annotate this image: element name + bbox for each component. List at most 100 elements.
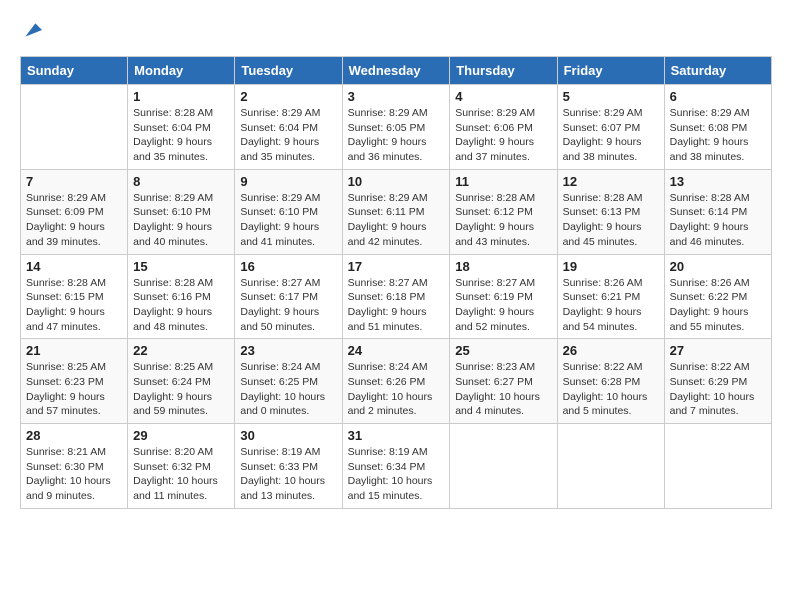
day-detail: Sunrise: 8:27 AMSunset: 6:18 PMDaylight:…	[348, 276, 445, 335]
calendar-cell: 13 Sunrise: 8:28 AMSunset: 6:14 PMDayligh…	[664, 169, 771, 254]
day-number: 27	[670, 343, 766, 358]
day-number: 20	[670, 259, 766, 274]
calendar-cell: 30Sunrise: 8:19 AMSunset: 6:33 PMDayligh…	[235, 424, 342, 509]
day-number: 8	[133, 174, 229, 189]
day-number: 22	[133, 343, 229, 358]
day-number: 21	[26, 343, 122, 358]
calendar-cell: 24 Sunrise: 8:24 AMSunset: 6:26 PMDayligh…	[342, 339, 450, 424]
day-number: 15	[133, 259, 229, 274]
calendar-cell: 4 Sunrise: 8:29 AMSunset: 6:06 PMDaylight…	[450, 85, 557, 170]
calendar-cell: 6 Sunrise: 8:29 AMSunset: 6:08 PMDaylight…	[664, 85, 771, 170]
day-number: 1	[133, 89, 229, 104]
calendar-cell: 1 Sunrise: 8:28 AMSunset: 6:04 PMDaylight…	[128, 85, 235, 170]
calendar-cell: 12 Sunrise: 8:28 AMSunset: 6:13 PMDayligh…	[557, 169, 664, 254]
day-detail: Sunrise: 8:28 AMSunset: 6:04 PMDaylight:…	[133, 106, 229, 165]
day-detail: Sunrise: 8:22 AMSunset: 6:29 PMDaylight:…	[670, 360, 766, 419]
day-detail: Sunrise: 8:20 AMSunset: 6:32 PMDaylight:…	[133, 445, 229, 504]
day-number: 25	[455, 343, 551, 358]
day-detail: Sunrise: 8:24 AMSunset: 6:26 PMDaylight:…	[348, 360, 445, 419]
column-header-tuesday: Tuesday	[235, 57, 342, 85]
day-detail: Sunrise: 8:22 AMSunset: 6:28 PMDaylight:…	[563, 360, 659, 419]
calendar-cell: 25 Sunrise: 8:23 AMSunset: 6:27 PMDayligh…	[450, 339, 557, 424]
calendar-cell: 21 Sunrise: 8:25 AMSunset: 6:23 PMDayligh…	[21, 339, 128, 424]
calendar-cell: 20 Sunrise: 8:26 AMSunset: 6:22 PMDayligh…	[664, 254, 771, 339]
calendar-body: 1 Sunrise: 8:28 AMSunset: 6:04 PMDaylight…	[21, 85, 772, 509]
day-detail: Sunrise: 8:28 AMSunset: 6:16 PMDaylight:…	[133, 276, 229, 335]
day-number: 18	[455, 259, 551, 274]
day-number: 24	[348, 343, 445, 358]
day-number: 11	[455, 174, 551, 189]
day-number: 9	[240, 174, 336, 189]
day-number: 28	[26, 428, 122, 443]
day-number: 31	[348, 428, 445, 443]
column-header-thursday: Thursday	[450, 57, 557, 85]
column-header-sunday: Sunday	[21, 57, 128, 85]
day-detail: Sunrise: 8:19 AMSunset: 6:34 PMDaylight:…	[348, 445, 445, 504]
day-number: 12	[563, 174, 659, 189]
calendar-cell	[557, 424, 664, 509]
calendar-cell: 22 Sunrise: 8:25 AMSunset: 6:24 PMDayligh…	[128, 339, 235, 424]
calendar-cell: 16Sunrise: 8:27 AMSunset: 6:17 PMDayligh…	[235, 254, 342, 339]
day-detail: Sunrise: 8:25 AMSunset: 6:24 PMDaylight:…	[133, 360, 229, 419]
day-number: 6	[670, 89, 766, 104]
calendar-cell: 27 Sunrise: 8:22 AMSunset: 6:29 PMDayligh…	[664, 339, 771, 424]
calendar-cell: 2 Sunrise: 8:29 AMSunset: 6:04 PMDaylight…	[235, 85, 342, 170]
calendar-cell: 14 Sunrise: 8:28 AMSunset: 6:15 PMDayligh…	[21, 254, 128, 339]
day-detail: Sunrise: 8:29 AMSunset: 6:11 PMDaylight:…	[348, 191, 445, 250]
day-detail: Sunrise: 8:26 AMSunset: 6:21 PMDaylight:…	[563, 276, 659, 335]
column-header-wednesday: Wednesday	[342, 57, 450, 85]
calendar-table: SundayMondayTuesdayWednesdayThursdayFrid…	[20, 56, 772, 509]
calendar-cell: 18 Sunrise: 8:27 AMSunset: 6:19 PMDayligh…	[450, 254, 557, 339]
calendar-cell: 11 Sunrise: 8:28 AMSunset: 6:12 PMDayligh…	[450, 169, 557, 254]
calendar-cell	[664, 424, 771, 509]
day-detail: Sunrise: 8:29 AMSunset: 6:06 PMDaylight:…	[455, 106, 551, 165]
day-detail: Sunrise: 8:29 AMSunset: 6:05 PMDaylight:…	[348, 106, 445, 165]
day-detail: Sunrise: 8:23 AMSunset: 6:27 PMDaylight:…	[455, 360, 551, 419]
calendar-cell: 3 Sunrise: 8:29 AMSunset: 6:05 PMDaylight…	[342, 85, 450, 170]
day-detail: Sunrise: 8:28 AMSunset: 6:14 PMDaylight:…	[670, 191, 766, 250]
calendar-cell: 5 Sunrise: 8:29 AMSunset: 6:07 PMDaylight…	[557, 85, 664, 170]
calendar-week-row: 1 Sunrise: 8:28 AMSunset: 6:04 PMDaylight…	[21, 85, 772, 170]
calendar-cell: 23Sunrise: 8:24 AMSunset: 6:25 PMDayligh…	[235, 339, 342, 424]
calendar-cell: 10 Sunrise: 8:29 AMSunset: 6:11 PMDayligh…	[342, 169, 450, 254]
calendar-cell: 28Sunrise: 8:21 AMSunset: 6:30 PMDayligh…	[21, 424, 128, 509]
calendar-cell: 17Sunrise: 8:27 AMSunset: 6:18 PMDayligh…	[342, 254, 450, 339]
calendar-cell: 19 Sunrise: 8:26 AMSunset: 6:21 PMDayligh…	[557, 254, 664, 339]
calendar-header-row: SundayMondayTuesdayWednesdayThursdayFrid…	[21, 57, 772, 85]
day-number: 23	[240, 343, 336, 358]
calendar-week-row: 14 Sunrise: 8:28 AMSunset: 6:15 PMDayligh…	[21, 254, 772, 339]
day-detail: Sunrise: 8:27 AMSunset: 6:19 PMDaylight:…	[455, 276, 551, 335]
day-detail: Sunrise: 8:19 AMSunset: 6:33 PMDaylight:…	[240, 445, 336, 504]
day-detail: Sunrise: 8:28 AMSunset: 6:13 PMDaylight:…	[563, 191, 659, 250]
day-detail: Sunrise: 8:25 AMSunset: 6:23 PMDaylight:…	[26, 360, 122, 419]
column-header-friday: Friday	[557, 57, 664, 85]
day-detail: Sunrise: 8:29 AMSunset: 6:10 PMDaylight:…	[240, 191, 336, 250]
column-header-monday: Monday	[128, 57, 235, 85]
calendar-cell: 26Sunrise: 8:22 AMSunset: 6:28 PMDayligh…	[557, 339, 664, 424]
day-number: 5	[563, 89, 659, 104]
calendar-week-row: 7Sunrise: 8:29 AMSunset: 6:09 PMDaylight…	[21, 169, 772, 254]
day-number: 10	[348, 174, 445, 189]
day-detail: Sunrise: 8:26 AMSunset: 6:22 PMDaylight:…	[670, 276, 766, 335]
day-number: 4	[455, 89, 551, 104]
day-detail: Sunrise: 8:29 AMSunset: 6:08 PMDaylight:…	[670, 106, 766, 165]
calendar-cell: 8 Sunrise: 8:29 AMSunset: 6:10 PMDaylight…	[128, 169, 235, 254]
day-detail: Sunrise: 8:27 AMSunset: 6:17 PMDaylight:…	[240, 276, 336, 335]
day-number: 19	[563, 259, 659, 274]
day-number: 13	[670, 174, 766, 189]
day-detail: Sunrise: 8:29 AMSunset: 6:10 PMDaylight:…	[133, 191, 229, 250]
column-header-saturday: Saturday	[664, 57, 771, 85]
calendar-week-row: 28Sunrise: 8:21 AMSunset: 6:30 PMDayligh…	[21, 424, 772, 509]
page-header	[20, 20, 772, 40]
day-detail: Sunrise: 8:28 AMSunset: 6:12 PMDaylight:…	[455, 191, 551, 250]
day-detail: Sunrise: 8:29 AMSunset: 6:07 PMDaylight:…	[563, 106, 659, 165]
calendar-cell: 31 Sunrise: 8:19 AMSunset: 6:34 PMDayligh…	[342, 424, 450, 509]
day-detail: Sunrise: 8:29 AMSunset: 6:04 PMDaylight:…	[240, 106, 336, 165]
calendar-cell: 15 Sunrise: 8:28 AMSunset: 6:16 PMDayligh…	[128, 254, 235, 339]
day-detail: Sunrise: 8:29 AMSunset: 6:09 PMDaylight:…	[26, 191, 122, 250]
calendar-cell	[450, 424, 557, 509]
day-detail: Sunrise: 8:28 AMSunset: 6:15 PMDaylight:…	[26, 276, 122, 335]
day-number: 3	[348, 89, 445, 104]
day-number: 14	[26, 259, 122, 274]
day-number: 2	[240, 89, 336, 104]
